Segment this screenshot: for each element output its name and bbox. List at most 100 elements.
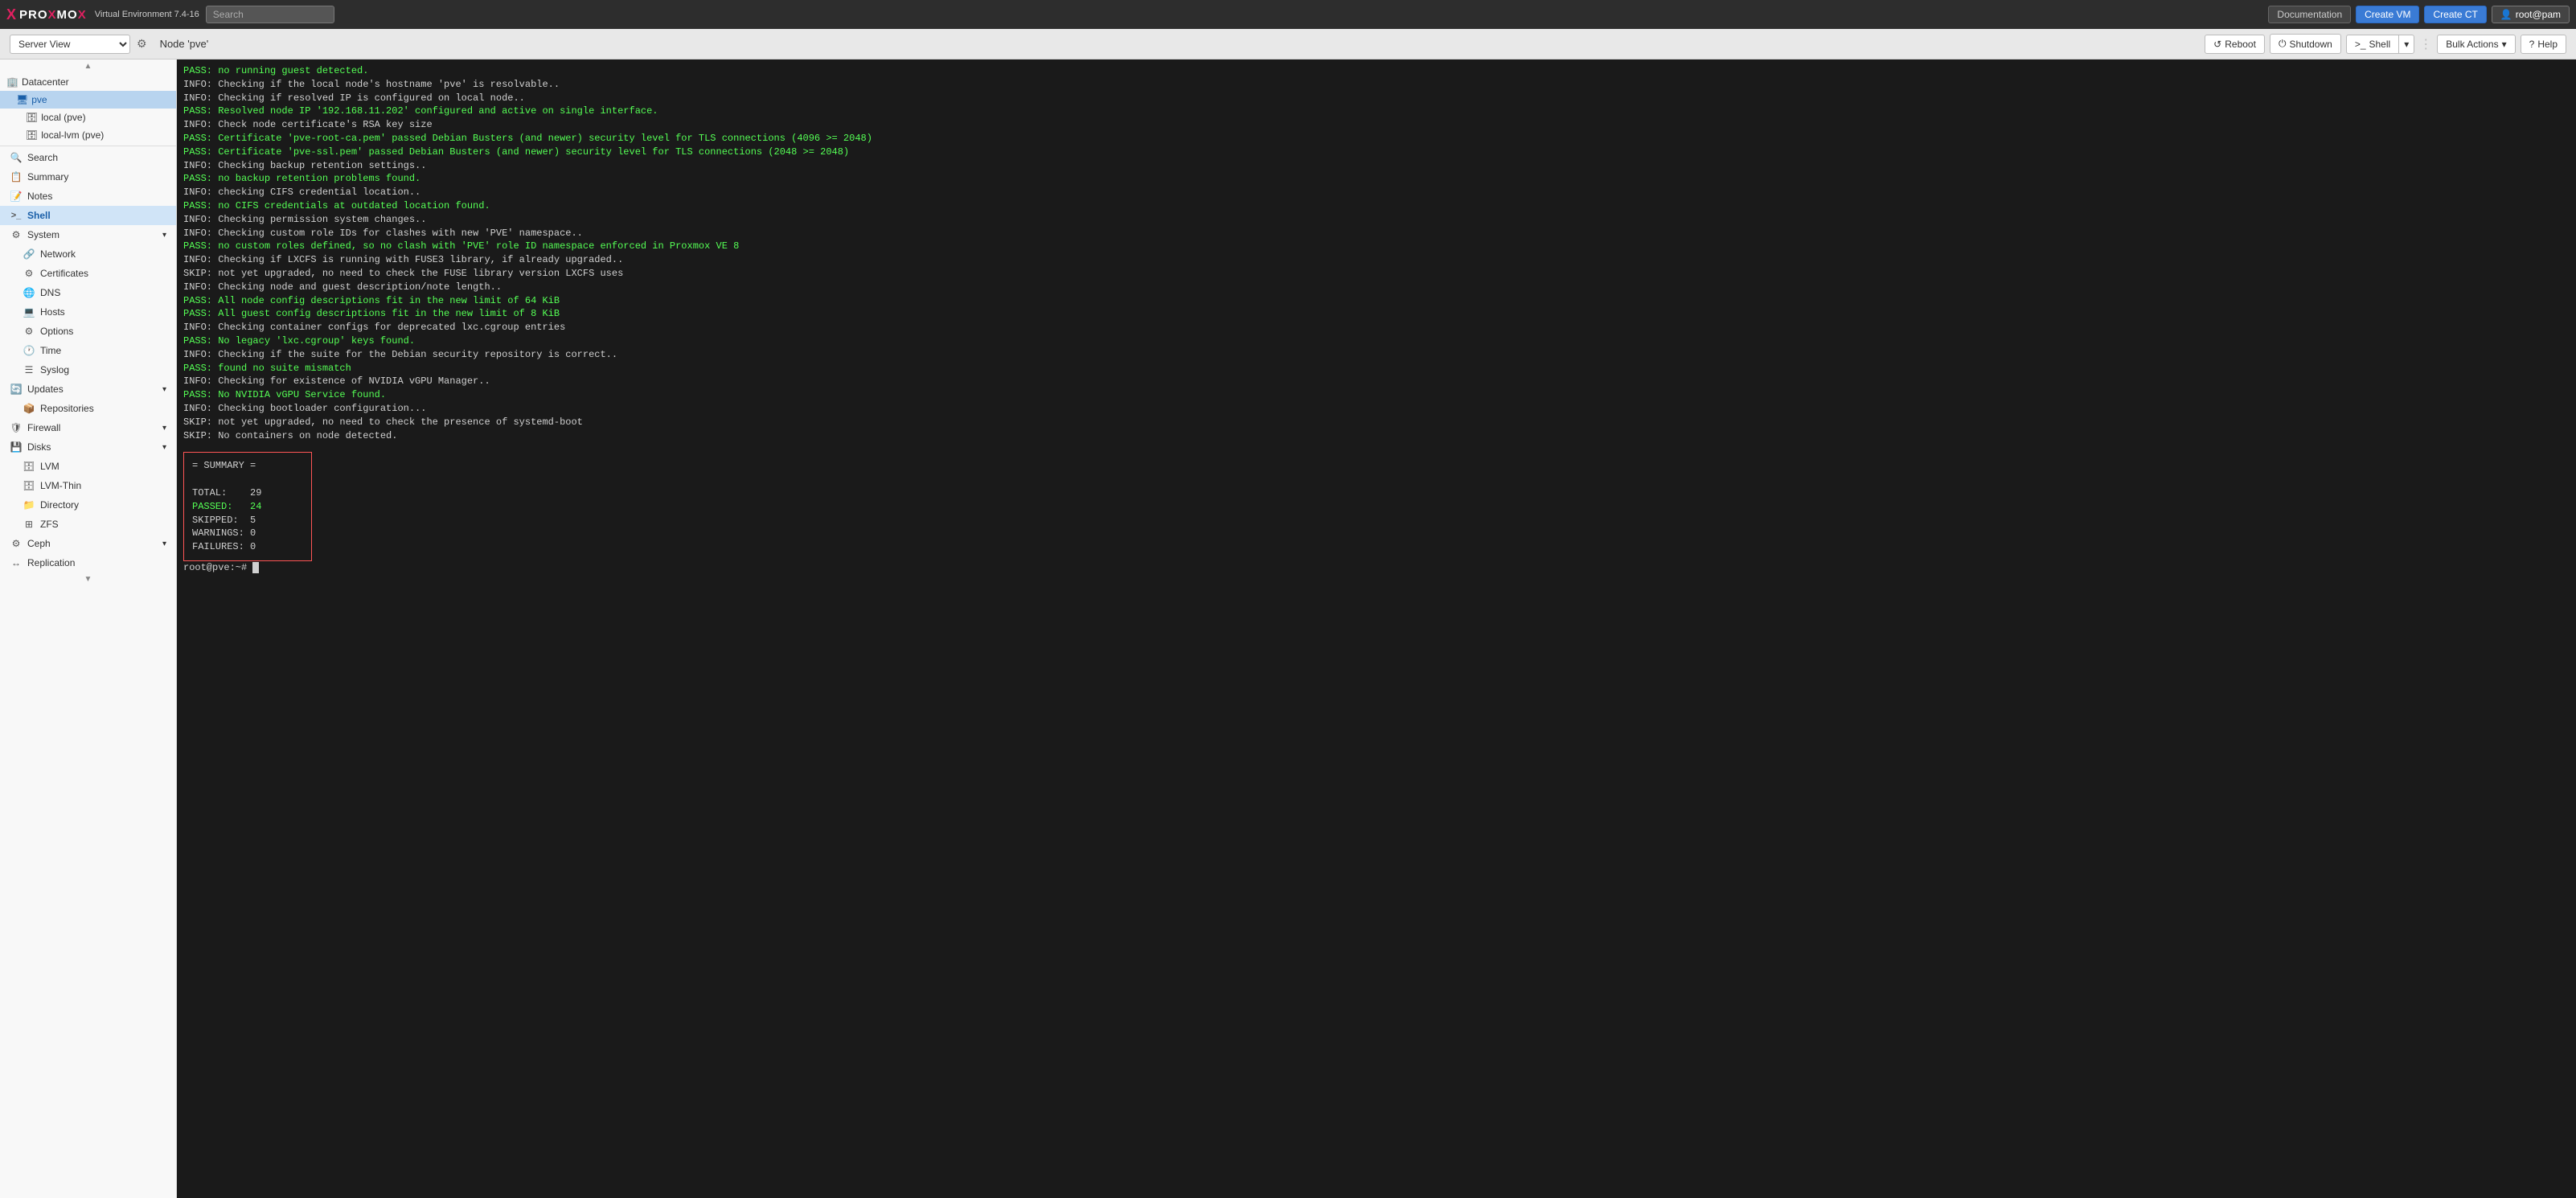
bulk-actions-button[interactable]: Bulk Actions ▾ (2437, 35, 2515, 54)
reboot-label: Reboot (2225, 39, 2256, 50)
sidebar-item-datacenter[interactable]: 🏢 Datacenter (0, 73, 176, 91)
shell-label: Shell (2369, 39, 2391, 50)
ceph-label: Ceph (27, 538, 51, 549)
sidebar-item-repositories[interactable]: 📦 Repositories (0, 399, 176, 418)
terminal-line: INFO: Checking container configs for dep… (183, 321, 2570, 334)
time-label: Time (40, 345, 61, 356)
secondbar-right: ↺ Reboot ⏻ Shutdown >_ Shell ▾ ⋮ Bulk Ac… (2205, 34, 2566, 54)
lvm-thin-icon: 🗄 (23, 480, 35, 491)
shell-dropdown-button[interactable]: ▾ (2398, 35, 2414, 54)
sidebar-scroll-up[interactable]: ▲ (0, 59, 176, 73)
certificates-label: Certificates (40, 268, 88, 279)
sidebar-item-lvm-thin[interactable]: 🗄 LVM-Thin (0, 476, 176, 495)
sidebar-item-hosts[interactable]: 💻 Hosts (0, 302, 176, 322)
terminal-line: SKIP: No containers on node detected. (183, 429, 2570, 443)
lvm-icon: 🗄 (23, 461, 35, 472)
sidebar-item-directory[interactable]: 📁 Directory (0, 495, 176, 515)
logo-subtitle: Virtual Environment 7.4-16 (95, 10, 199, 19)
terminal-line: PASS: All guest config descriptions fit … (183, 307, 2570, 321)
terminal-line: PASS: no backup retention problems found… (183, 172, 2570, 186)
sidebar-item-local-lvm[interactable]: 🗄 local-lvm (pve) (0, 126, 176, 144)
user-button[interactable]: 👤 root@pam (2492, 6, 2570, 23)
sidebar-item-lvm[interactable]: 🗄 LVM (0, 457, 176, 476)
sidebar-item-notes[interactable]: 📝 Notes (0, 187, 176, 206)
summary-passed: PASSED: 24 (192, 500, 303, 514)
shutdown-button[interactable]: ⏻ Shutdown (2270, 34, 2341, 54)
content-area: PASS: no running guest detected. INFO: Ch… (177, 59, 2576, 1198)
bulk-actions-divider: ⋮ (2419, 36, 2432, 52)
search-input[interactable] (206, 6, 334, 23)
sidebar-item-replication[interactable]: ↔ Replication (0, 553, 176, 572)
terminal-line: INFO: Check node certificate's RSA key s… (183, 118, 2570, 132)
sidebar-item-summary[interactable]: 📋 Summary (0, 167, 176, 187)
sidebar-item-dns[interactable]: 🌐 DNS (0, 283, 176, 302)
help-label: Help (2537, 39, 2558, 50)
documentation-button[interactable]: Documentation (2268, 6, 2351, 23)
zfs-icon: ⊞ (23, 519, 35, 530)
local-lvm-icon: 🗄 (26, 129, 38, 141)
datacenter-icon: 🏢 (6, 76, 18, 88)
sidebar-item-local-pve[interactable]: 🗄 local (pve) (0, 109, 176, 126)
terminal-line: PASS: no running guest detected. (183, 64, 2570, 78)
sidebar-item-options[interactable]: ⚙ Options (0, 322, 176, 341)
sidebar-item-search[interactable]: 🔍 Search (0, 148, 176, 167)
terminal-line: PASS: no custom roles defined, so no cla… (183, 240, 2570, 253)
lvm-label: LVM (40, 461, 59, 472)
topbar: X PROXMOX Virtual Environment 7.4-16 Doc… (0, 0, 2576, 29)
sidebar-item-ceph[interactable]: ⚙ Ceph ▾ (0, 534, 176, 553)
network-icon: 🔗 (23, 248, 35, 260)
sidebar-item-firewall[interactable]: 🛡 Firewall ▾ (0, 418, 176, 437)
summary-label: Summary (27, 171, 68, 183)
sidebar-item-certificates[interactable]: ⚙ Certificates (0, 264, 176, 283)
terminal[interactable]: PASS: no running guest detected. INFO: Ch… (177, 59, 2576, 1198)
sidebar-item-shell[interactable]: >_ Shell (0, 206, 176, 225)
terminal-cursor (252, 562, 259, 573)
summary-warnings: WARNINGS: 0 (192, 527, 303, 540)
search-label: Search (27, 152, 58, 163)
updates-label: Updates (27, 384, 64, 395)
topbar-right: Documentation Create VM Create CT 👤 root… (2268, 6, 2570, 23)
server-view-select[interactable]: Server View (10, 35, 130, 54)
terminal-line: INFO: Checking permission system changes… (183, 213, 2570, 227)
terminal-line: SKIP: not yet upgraded, no need to check… (183, 416, 2570, 429)
sidebar-item-time[interactable]: 🕐 Time (0, 341, 176, 360)
summary-box: = SUMMARY = TOTAL: 29 PASSED: 24 SKIPPED… (183, 452, 312, 561)
disks-expand-icon: ▾ (162, 443, 166, 452)
sidebar-item-zfs[interactable]: ⊞ ZFS (0, 515, 176, 534)
sidebar-item-pve[interactable]: 🖥 pve (0, 91, 176, 109)
terminal-line: PASS: All node config descriptions fit i… (183, 294, 2570, 308)
create-ct-button[interactable]: Create CT (2424, 6, 2486, 23)
reboot-icon: ↺ (2213, 39, 2221, 50)
hosts-label: Hosts (40, 306, 65, 318)
node-title: Node 'pve' (160, 38, 209, 50)
updates-expand-icon: ▾ (162, 385, 166, 394)
dns-label: DNS (40, 287, 60, 298)
sidebar-item-syslog[interactable]: ☰ Syslog (0, 360, 176, 380)
terminal-line: PASS: Certificate 'pve-root-ca.pem' pass… (183, 132, 2570, 146)
shell-button[interactable]: >_ Shell (2346, 35, 2398, 54)
create-vm-button[interactable]: Create VM (2356, 6, 2419, 23)
time-icon: 🕐 (23, 345, 35, 356)
dns-icon: 🌐 (23, 287, 35, 298)
summary-skipped: SKIPPED: 5 (192, 514, 303, 527)
firewall-label: Firewall (27, 422, 60, 433)
help-button[interactable]: ? Help (2521, 35, 2566, 54)
sidebar-item-network[interactable]: 🔗 Network (0, 244, 176, 264)
sidebar-item-disks[interactable]: 💾 Disks ▾ (0, 437, 176, 457)
sidebar: ▲ 🏢 Datacenter 🖥 pve 🗄 local (pve) 🗄 loc… (0, 59, 177, 1198)
summary-total: TOTAL: 29 (192, 486, 303, 500)
reboot-button[interactable]: ↺ Reboot (2205, 35, 2265, 54)
shell-nav-label: Shell (27, 210, 51, 221)
sidebar-item-updates[interactable]: 🔄 Updates ▾ (0, 380, 176, 399)
terminal-summary: = SUMMARY = TOTAL: 29 PASSED: 24 SKIPPED… (183, 449, 2570, 561)
main-layout: ▲ 🏢 Datacenter 🖥 pve 🗄 local (pve) 🗄 loc… (0, 59, 2576, 1198)
terminal-line: INFO: Checking if the suite for the Debi… (183, 348, 2570, 362)
sidebar-scroll-down[interactable]: ▼ (0, 572, 176, 586)
shell-icon: >_ (2355, 39, 2366, 50)
ceph-expand-icon: ▾ (162, 540, 166, 548)
terminal-prompt: root@pve:~# (183, 561, 2570, 575)
settings-icon[interactable]: ⚙ (137, 37, 147, 51)
sidebar-item-system[interactable]: ⚙ System ▾ (0, 225, 176, 244)
datacenter-label: Datacenter (22, 76, 69, 88)
notes-icon: 📝 (10, 191, 23, 202)
